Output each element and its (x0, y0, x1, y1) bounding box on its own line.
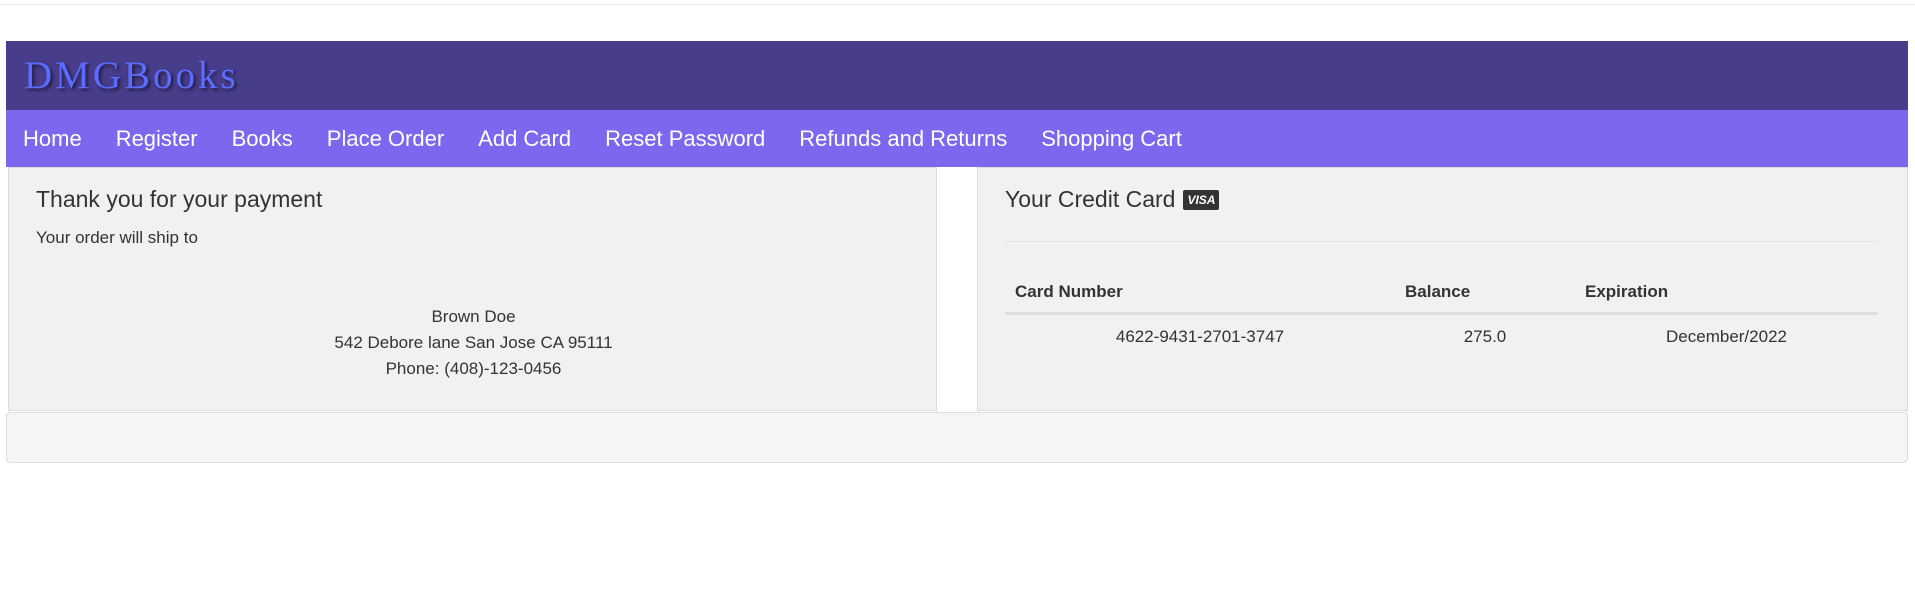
column-header-balance: Balance (1395, 276, 1575, 315)
credit-card-table: Card Number Balance Expiration 4622-9431… (1005, 276, 1878, 359)
address-name: Brown Doe (431, 307, 516, 326)
card-number-cell: 4622-9431-2701-3747 (1115, 327, 1285, 346)
visa-icon: VISA (1183, 189, 1220, 210)
payment-confirmation-panel: Thank you for your payment Your order wi… (8, 167, 937, 411)
nav-item-shopping-cart[interactable]: Shopping Cart (1041, 126, 1182, 152)
table-header-row: Card Number Balance Expiration (1005, 276, 1878, 315)
shipping-address: Brown Doe 542 Debore lane San Jose CA 95… (9, 304, 938, 382)
address-phone: Phone: (408)-123-0456 (385, 359, 562, 378)
payment-title: Thank you for your payment (36, 186, 323, 212)
page-footer (6, 412, 1908, 463)
column-header-expiration: Expiration (1575, 276, 1878, 315)
nav-item-books[interactable]: Books (232, 126, 293, 152)
credit-card-title-text: Your Credit Card (1005, 186, 1176, 212)
credit-card-title: Your Credit Card VISA (1005, 186, 1220, 213)
credit-card-panel: Your Credit Card VISA Card Number Balanc… (977, 167, 1908, 411)
main-navbar: Home Register Books Place Order Add Card… (6, 110, 1908, 167)
address-street: 542 Debore lane San Jose CA 95111 (334, 333, 613, 352)
nav-item-add-card[interactable]: Add Card (478, 126, 571, 152)
content-panels: Thank you for your payment Your order wi… (6, 167, 1908, 411)
panel-divider (1005, 241, 1878, 242)
expiration-cell: December/2022 (1666, 327, 1787, 346)
top-divider (0, 4, 1915, 5)
column-header-card-number: Card Number (1005, 276, 1395, 315)
balance-cell: 275.0 (1463, 327, 1507, 346)
table-row: 4622-9431-2701-3747 275.0 December/2022 (1005, 314, 1878, 360)
site-header: DMGBooks (6, 41, 1908, 110)
ship-to-text: Your order will ship to (36, 228, 198, 247)
nav-item-register[interactable]: Register (116, 126, 198, 152)
page: DMGBooks Home Register Books Place Order… (6, 41, 1908, 411)
brand-logo[interactable]: DMGBooks (24, 53, 239, 98)
nav-item-refunds-returns[interactable]: Refunds and Returns (799, 126, 1007, 152)
nav-item-place-order[interactable]: Place Order (327, 126, 444, 152)
nav-item-reset-password[interactable]: Reset Password (605, 126, 765, 152)
nav-item-home[interactable]: Home (23, 126, 82, 152)
